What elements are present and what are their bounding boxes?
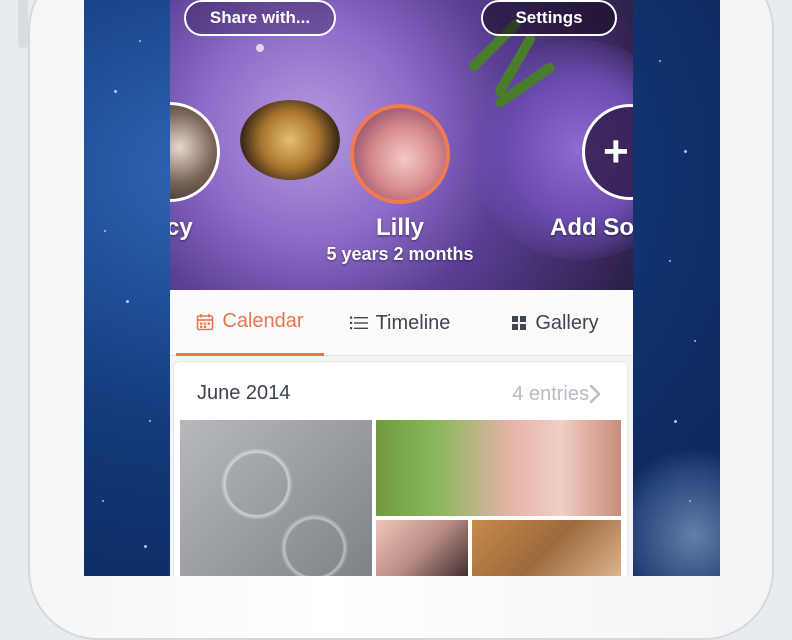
tab-timeline-label: Timeline bbox=[375, 311, 451, 334]
entries-count[interactable]: 4 entries bbox=[512, 383, 589, 406]
avatar-profile-lilly[interactable] bbox=[350, 104, 450, 204]
view-tabs: Calendar Timeline Gallery bbox=[170, 290, 633, 356]
entry-photo-portrait[interactable] bbox=[376, 420, 621, 516]
plus-icon: + bbox=[603, 127, 629, 176]
grid-icon bbox=[511, 315, 527, 331]
profile-age: 5 years 2 months bbox=[326, 244, 474, 264]
entry-photo-park[interactable] bbox=[472, 520, 621, 576]
entry-photo-sunglasses[interactable] bbox=[376, 520, 468, 576]
entry-photo-sand[interactable] bbox=[180, 420, 372, 576]
avatar-profile-left[interactable] bbox=[170, 102, 220, 202]
calendar-icon bbox=[196, 313, 214, 331]
month-title: June 2014 bbox=[197, 382, 291, 404]
settings-button-label: Settings bbox=[515, 8, 583, 27]
share-button-label: Share with... bbox=[209, 8, 311, 27]
tab-calendar-label: Calendar bbox=[222, 310, 304, 332]
tab-timeline[interactable]: Timeline bbox=[330, 290, 470, 356]
app-window: Share with... Settings cy Lilly 5 years … bbox=[170, 0, 633, 576]
tab-gallery-label: Gallery bbox=[535, 311, 599, 334]
add-profile-label[interactable]: Add So bbox=[550, 214, 633, 242]
hero-photo: Share with... Settings cy Lilly 5 years … bbox=[170, 0, 633, 290]
settings-button[interactable]: Settings bbox=[481, 0, 617, 36]
phone-side-button bbox=[18, 0, 28, 48]
tab-calendar[interactable]: Calendar bbox=[176, 290, 324, 356]
tab-gallery[interactable]: Gallery bbox=[480, 290, 630, 356]
chevron-right-icon[interactable] bbox=[589, 382, 609, 406]
list-icon bbox=[349, 315, 368, 331]
share-button[interactable]: Share with... bbox=[184, 0, 336, 36]
month-entries-card[interactable]: June 2014 4 entries bbox=[174, 362, 627, 576]
